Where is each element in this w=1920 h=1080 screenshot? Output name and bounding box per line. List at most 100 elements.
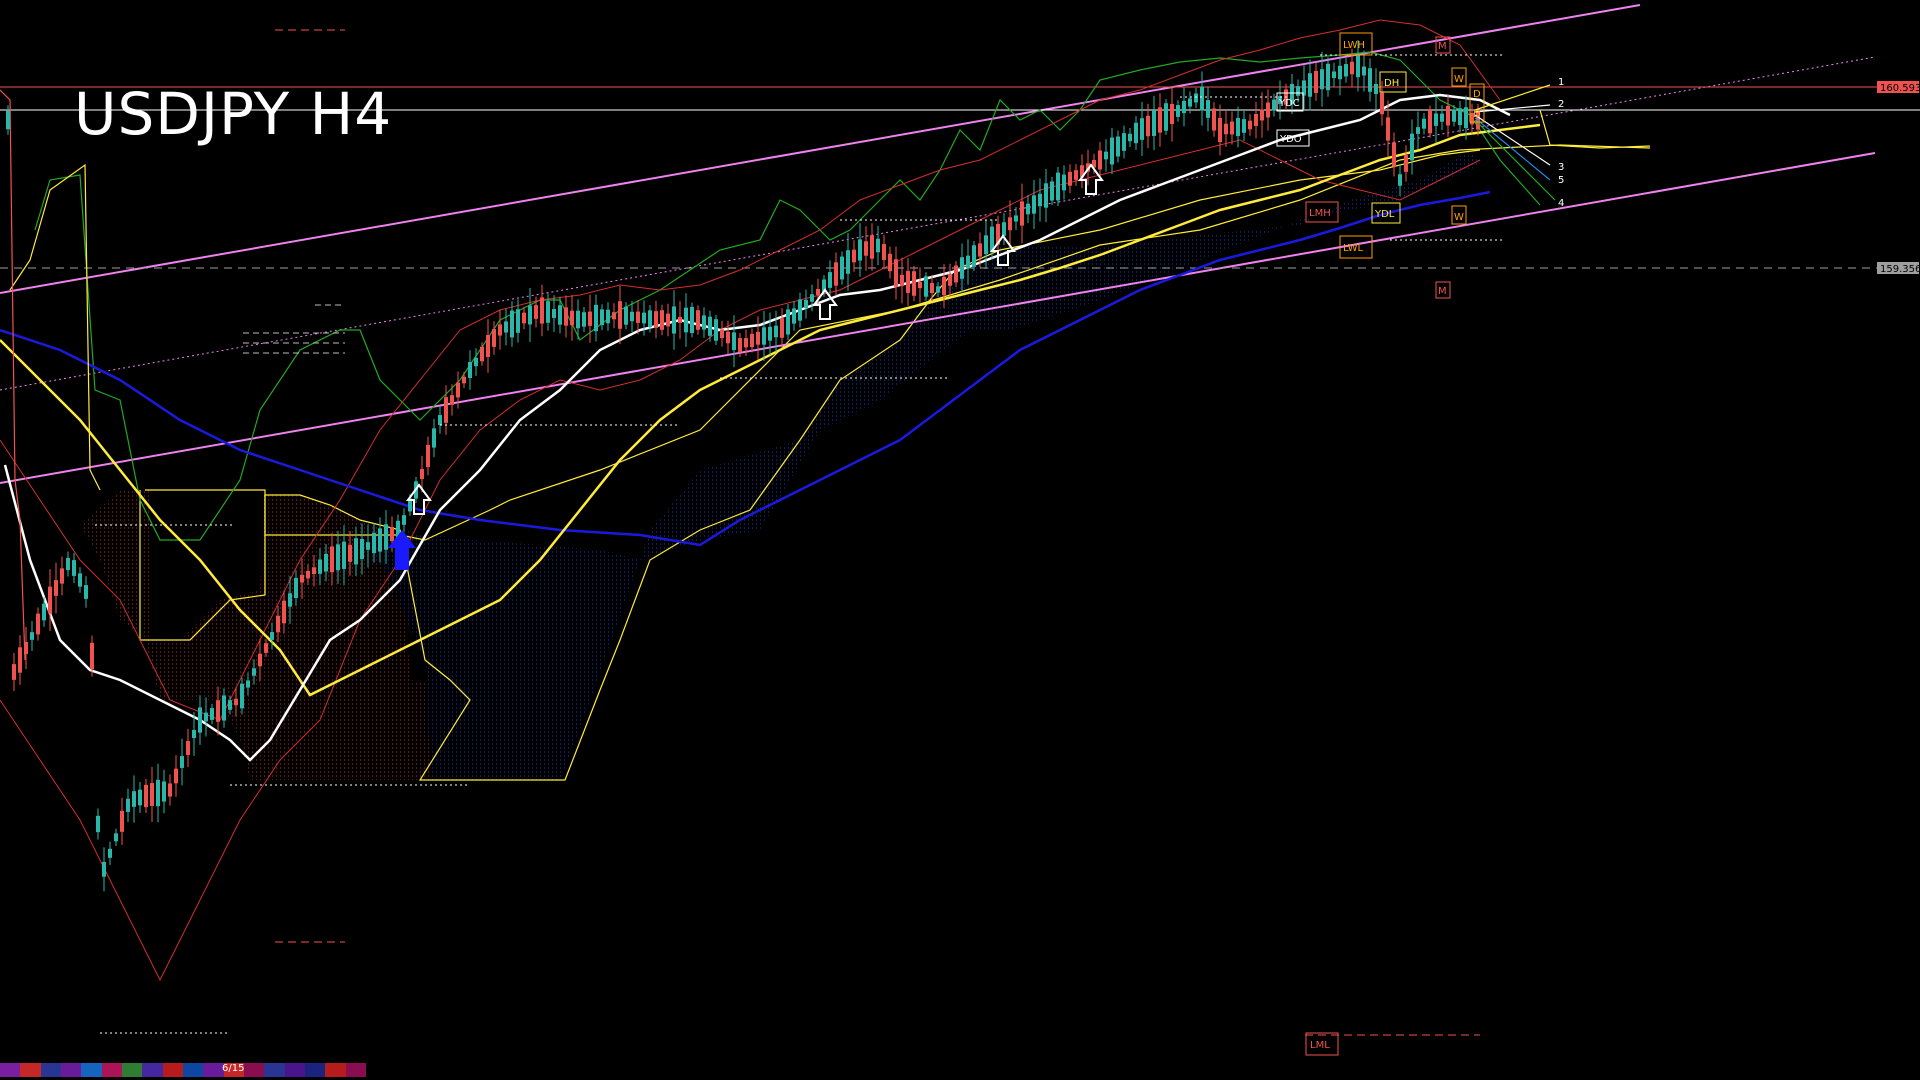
candle-body	[204, 712, 208, 722]
candle-body	[420, 468, 424, 480]
candle-body	[852, 249, 856, 263]
marker-w-top: W	[1454, 74, 1464, 85]
candle-body	[726, 331, 730, 344]
candle-body	[78, 573, 82, 587]
marker-ydc: YDC	[1278, 98, 1300, 109]
candle-body	[810, 294, 814, 302]
candle-body	[510, 310, 514, 338]
candle-body	[600, 309, 604, 326]
candle-body	[480, 346, 484, 362]
candle-body	[492, 329, 496, 347]
candle-body	[54, 580, 58, 596]
candle-body	[498, 324, 502, 336]
candle-body	[744, 338, 748, 348]
candle-body	[798, 299, 802, 321]
candle-body	[552, 309, 556, 318]
candle-body	[930, 282, 934, 294]
candle-body	[972, 245, 976, 267]
candle-body	[114, 833, 118, 842]
candle-body	[450, 395, 454, 405]
candle-body	[540, 297, 544, 324]
candle-body	[906, 271, 910, 293]
candle-body	[252, 668, 256, 676]
candle-body	[1428, 109, 1432, 134]
candle-body	[936, 286, 940, 293]
candle-body	[1068, 171, 1072, 186]
candle-body	[36, 613, 40, 635]
marker-m-bottom: M	[1438, 286, 1447, 297]
candle-body	[468, 361, 472, 379]
band-red-lower	[0, 139, 1481, 982]
candle-body	[954, 265, 958, 283]
candle-body	[1026, 203, 1030, 215]
candle-body	[192, 730, 196, 738]
candle-body	[1416, 127, 1420, 134]
candle-body	[630, 311, 634, 322]
candle-body	[18, 647, 22, 673]
candle-body	[774, 325, 778, 338]
candle-body	[948, 274, 952, 286]
cloud-blue	[360, 150, 1480, 780]
candle-body	[210, 708, 214, 720]
candle-body	[168, 783, 172, 797]
candle-body	[828, 272, 832, 288]
candle-body	[246, 680, 250, 688]
candle-body	[654, 311, 658, 328]
candle-body	[336, 544, 340, 571]
candle-body	[528, 305, 532, 325]
candle-body	[1146, 115, 1150, 137]
candle-body	[1194, 93, 1198, 103]
candle-body	[1296, 86, 1300, 96]
candle-body	[888, 253, 892, 272]
candle-body	[816, 288, 820, 296]
candle-body	[1152, 110, 1156, 136]
marker-lml: LML	[1310, 1040, 1330, 1051]
candle-body	[258, 653, 262, 667]
candle-body	[1332, 71, 1336, 79]
candle-body	[1254, 114, 1258, 126]
candle-body	[1164, 103, 1168, 131]
candle-body	[864, 241, 868, 256]
candle-body	[360, 539, 364, 559]
candle-body	[1128, 133, 1132, 142]
candle-body	[684, 307, 688, 333]
candle-body	[1272, 99, 1276, 111]
candle-body	[1356, 54, 1360, 78]
candle-body	[768, 326, 772, 341]
candle-body	[756, 331, 760, 345]
level-number-3: 3	[1558, 162, 1564, 173]
candle-body	[648, 310, 652, 328]
channel-lower	[0, 152, 1876, 484]
candle-body	[108, 848, 112, 858]
candle-body	[6, 110, 10, 130]
candle-body	[48, 586, 52, 614]
candle-body	[288, 593, 292, 607]
candle-body	[792, 308, 796, 324]
candle-body	[1320, 69, 1324, 90]
candle-body	[384, 524, 388, 550]
candle-body	[1440, 113, 1444, 122]
candle-body	[1050, 181, 1054, 201]
grey-dashes	[243, 304, 345, 354]
candle-body	[324, 553, 328, 572]
candle-body	[1206, 100, 1210, 118]
candle-body	[666, 313, 670, 327]
candle-body	[564, 307, 568, 326]
candle-body	[978, 243, 982, 257]
candle-body	[1056, 172, 1060, 201]
level-number-2: 2	[1558, 99, 1564, 110]
candle-body	[858, 239, 862, 261]
candle-body	[696, 310, 700, 330]
candle-body	[42, 603, 46, 621]
candle-body	[1170, 103, 1174, 125]
candle-body	[474, 357, 478, 367]
candle-body	[624, 306, 628, 325]
candle-body	[834, 262, 838, 286]
candle-body	[588, 311, 592, 326]
candle-body	[66, 557, 70, 571]
candle-body	[348, 544, 352, 562]
marker-lwl: LWL	[1343, 243, 1364, 254]
candle-body	[378, 528, 382, 552]
price-chart[interactable]: 1 2 3 5 4 160.593 159.356 LWH DH YDC YDO…	[0, 0, 1920, 1080]
candle-body	[840, 256, 844, 280]
